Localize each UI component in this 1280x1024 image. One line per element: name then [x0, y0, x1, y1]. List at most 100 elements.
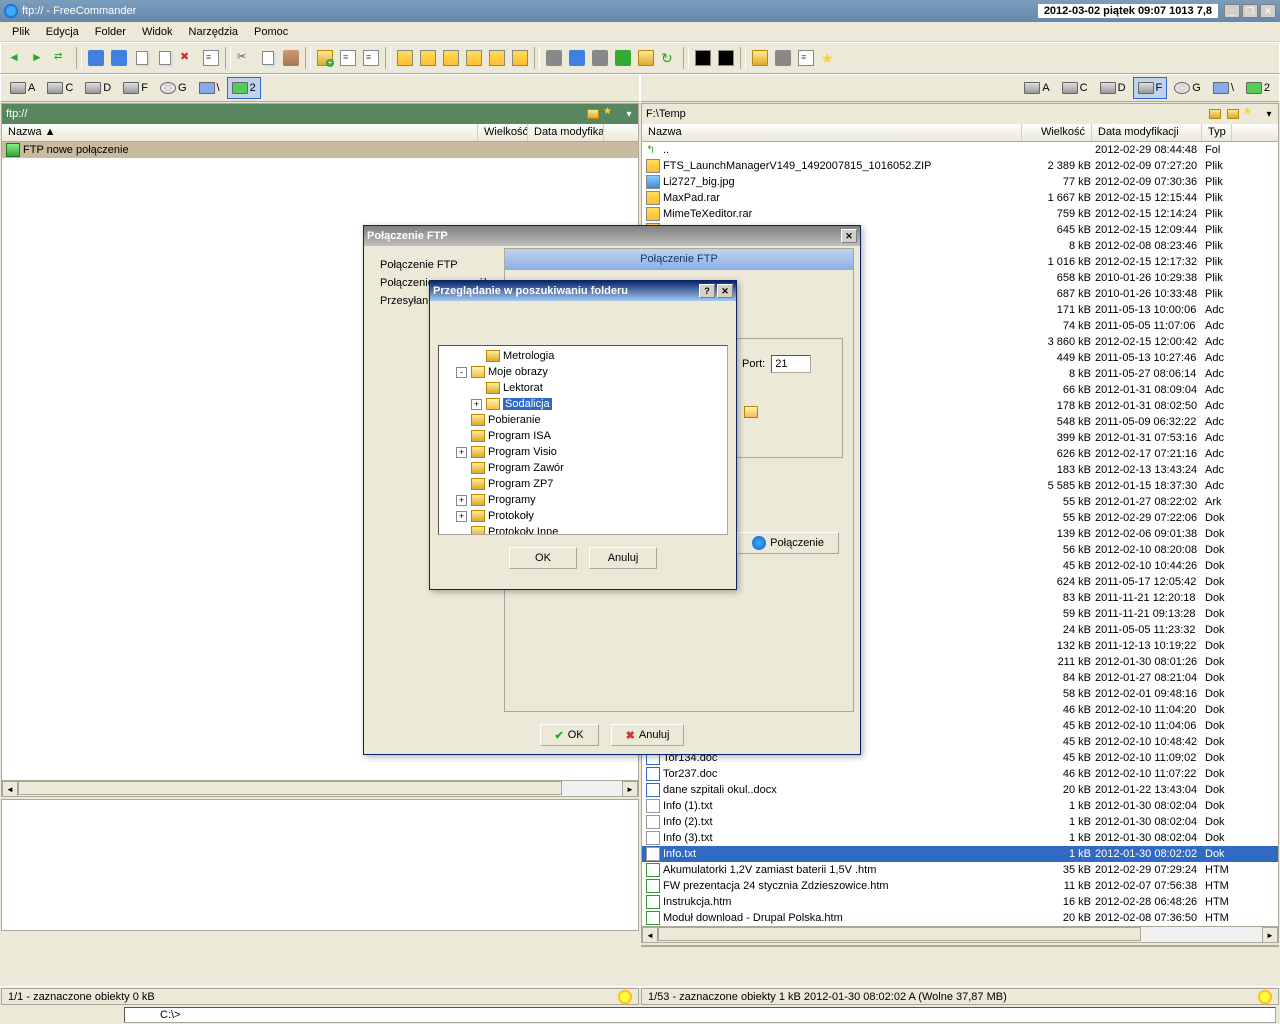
menu-folder[interactable]: Folder	[87, 24, 134, 40]
new-file-button[interactable]	[337, 47, 359, 69]
ftp-nav-item[interactable]: Połączenie FTP	[374, 256, 504, 274]
right-path-input[interactable]	[642, 108, 1206, 120]
nav-sync-button[interactable]	[51, 47, 73, 69]
star-icon[interactable]	[602, 105, 620, 123]
column-header[interactable]: Nazwa ▲	[2, 124, 478, 141]
tree-expand-icon[interactable]: +	[456, 511, 467, 522]
command-input[interactable]	[124, 1007, 1276, 1023]
menu-plik[interactable]: Plik	[4, 24, 38, 40]
cut-button[interactable]	[234, 47, 256, 69]
menu-pomoc[interactable]: Pomoc	[246, 24, 296, 40]
browse-help-button[interactable]: ?	[699, 284, 715, 298]
compress-button[interactable]	[394, 47, 416, 69]
file-row[interactable]: ..2012-02-29 08:44:48Fol	[642, 142, 1278, 158]
favorites-star-button[interactable]	[818, 47, 840, 69]
folder-tree[interactable]: Metrologia-Moje obrazyLektorat+Sodalicja…	[438, 345, 728, 535]
restore-button[interactable]: ❐	[1242, 4, 1258, 18]
tree-node[interactable]: Lektorat	[441, 380, 725, 396]
clipboard-copy-button[interactable]	[257, 47, 279, 69]
file-row[interactable]: Info (2).txt1 kB2012-01-30 08:02:04Dok	[642, 814, 1278, 830]
tree-node[interactable]: Protokoły Inne	[441, 524, 725, 535]
right-pathbar[interactable]: ▾	[642, 104, 1278, 124]
drive-G[interactable]: G	[1169, 77, 1206, 99]
minimize-button[interactable]: _	[1224, 4, 1240, 18]
drive-C[interactable]: C	[1057, 77, 1093, 99]
tree-node[interactable]: Pobieranie	[441, 412, 725, 428]
file-row[interactable]: Info (3).txt1 kB2012-01-30 08:02:04Dok	[642, 830, 1278, 846]
refresh-button[interactable]	[658, 47, 680, 69]
ftp-ok-button[interactable]: OK	[540, 724, 599, 746]
drive-\[interactable]: \	[1208, 77, 1239, 99]
tree-node[interactable]: +Program Visio	[441, 444, 725, 460]
file-row[interactable]: MimeTeXeditor.rar759 kB2012-02-15 12:14:…	[642, 206, 1278, 222]
file-row[interactable]: Info (1).txt1 kB2012-01-30 08:02:04Dok	[642, 798, 1278, 814]
drive-2[interactable]: 2	[227, 77, 261, 99]
column-header[interactable]: Nazwa	[642, 124, 1022, 141]
menu-edycja[interactable]: Edycja	[38, 24, 87, 40]
column-header[interactable]: Wielkość	[478, 124, 528, 141]
close-button[interactable]: ✕	[1260, 4, 1276, 18]
column-header[interactable]: Data modyfikacji	[1092, 124, 1202, 141]
left-pathbar[interactable]: ▾	[2, 104, 638, 124]
tree-expand-icon[interactable]: -	[456, 367, 467, 378]
column-header[interactable]: Typ	[1202, 124, 1232, 141]
zip-s-button[interactable]	[486, 47, 508, 69]
cmd-button[interactable]	[692, 47, 714, 69]
column-header[interactable]: Data modyfikacji	[528, 124, 604, 141]
file-row[interactable]: Instrukcja.htm16 kB2012-02-28 06:48:26HT…	[642, 894, 1278, 910]
right-scrollbar[interactable]: ◄►	[642, 926, 1278, 942]
zip-kb-button[interactable]	[463, 47, 485, 69]
drive-\[interactable]: \	[194, 77, 225, 99]
file-row[interactable]: FTP nowe połączenie	[2, 142, 638, 158]
ftp-close-button[interactable]: ✕	[841, 229, 857, 243]
tree-expand-icon[interactable]: +	[471, 399, 482, 410]
tree-expand-icon[interactable]: +	[456, 495, 467, 506]
browse-dialog-title[interactable]: Przeglądanie w poszukiwaniu folderu ? ✕	[430, 281, 736, 301]
file-row[interactable]: FW prezentacja 24 stycznia Zdzieszowice.…	[642, 878, 1278, 894]
drive-D[interactable]: D	[1095, 77, 1131, 99]
browse-ok-button[interactable]: OK	[509, 547, 577, 569]
ftp-dialog-title[interactable]: Połączenie FTP ✕	[364, 226, 860, 246]
folder2-icon[interactable]	[1224, 105, 1242, 123]
file-row[interactable]: Akumulatorki 1,2V zamiast baterii 1,5V .…	[642, 862, 1278, 878]
view-button[interactable]	[85, 47, 107, 69]
history-icon[interactable]: ▾	[1260, 105, 1278, 123]
copy-button[interactable]	[131, 47, 153, 69]
browse-close-button[interactable]: ✕	[717, 284, 733, 298]
folder-icon[interactable]	[1206, 105, 1224, 123]
drive-A[interactable]: A	[5, 77, 40, 99]
delete-button[interactable]	[177, 47, 199, 69]
file-row[interactable]: MaxPad.rar1 667 kB2012-02-15 12:15:44Pli…	[642, 190, 1278, 206]
drive-F[interactable]: F	[118, 77, 153, 99]
fav-button[interactable]	[749, 47, 771, 69]
drive-F[interactable]: F	[1133, 77, 1168, 99]
menu-widok[interactable]: Widok	[134, 24, 181, 40]
tree-node[interactable]: Program ZP7	[441, 476, 725, 492]
nav-back-button[interactable]	[5, 47, 27, 69]
drive-C[interactable]: C	[42, 77, 78, 99]
file-row[interactable]: Tor237.doc46 kB2012-02-10 11:07:22Dok	[642, 766, 1278, 782]
properties-button[interactable]	[360, 47, 382, 69]
tree-node[interactable]: +Programy	[441, 492, 725, 508]
ftp-port-input[interactable]	[771, 355, 811, 373]
file-row[interactable]: Moduł download - Drupal Polska.htm20 kB2…	[642, 910, 1278, 926]
file-row[interactable]: Info.txt1 kB2012-01-30 08:02:02Dok	[642, 846, 1278, 862]
select-button[interactable]	[543, 47, 565, 69]
browse-folder-button[interactable]	[742, 403, 760, 421]
settings-button[interactable]	[795, 47, 817, 69]
file-row[interactable]: dane szpitali okul..docx20 kB2012-01-22 …	[642, 782, 1278, 798]
folder-icon[interactable]	[584, 105, 602, 123]
zip-button[interactable]	[440, 47, 462, 69]
left-scrollbar[interactable]: ◄►	[2, 780, 638, 796]
ftp-connect-button[interactable]: Połączenie	[737, 532, 839, 554]
ftp-cancel-button[interactable]: Anuluj	[611, 724, 685, 746]
zip-btn-6[interactable]	[509, 47, 531, 69]
drive-G[interactable]: G	[155, 77, 192, 99]
nav-forward-button[interactable]	[28, 47, 50, 69]
column-header[interactable]: Wielkość	[1022, 124, 1092, 141]
split-button[interactable]	[589, 47, 611, 69]
tree-node[interactable]: Metrologia	[441, 348, 725, 364]
history-icon[interactable]: ▾	[620, 105, 638, 123]
extract-button[interactable]	[417, 47, 439, 69]
tree-node[interactable]: +Sodalicja	[441, 396, 725, 412]
